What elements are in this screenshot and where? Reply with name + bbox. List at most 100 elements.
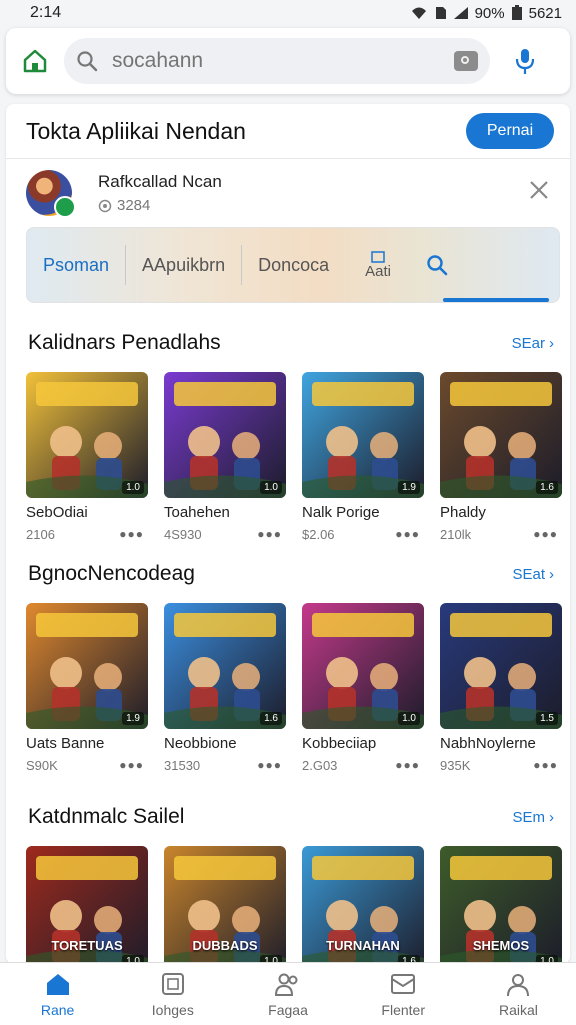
app-name: Neobbione	[164, 735, 237, 752]
people-icon	[274, 973, 298, 996]
app-meta: 210lk	[440, 527, 472, 542]
see-all-button[interactable]: SEm ›	[512, 809, 554, 826]
app-card[interactable]: 1.5 NabhNoylerne 935K ●●●	[440, 603, 562, 773]
home-button[interactable]	[6, 47, 64, 75]
app-thumbnail: 1.5	[440, 603, 562, 729]
nav-label: Iohges	[151, 1001, 194, 1018]
game-title-art: TURNAHAN	[326, 938, 400, 953]
tab-0[interactable]: Psoman	[27, 245, 127, 285]
more-icon[interactable]: ●●●	[119, 527, 148, 542]
app-meta: 935K	[440, 758, 471, 773]
more-icon[interactable]: ●●●	[533, 758, 562, 773]
nav-item-home[interactable]: Rane	[0, 963, 115, 1025]
primary-button[interactable]: Pernai	[466, 113, 554, 149]
section-title: Katdnmalc Sailel	[28, 805, 185, 828]
more-icon[interactable]: ●●●	[257, 527, 286, 542]
category-tabs: Psoman AApuikbrn Doncoca Aati	[26, 227, 560, 303]
app-thumbnail: 1.0	[302, 603, 424, 729]
close-icon[interactable]	[528, 179, 550, 201]
app-card[interactable]: 1.9 Uats Banne S90K ●●●	[26, 603, 148, 773]
rating-badge: 1.9	[398, 481, 420, 494]
game-artwork	[302, 603, 424, 729]
tab-underline	[443, 298, 549, 302]
app-card[interactable]: 1.9 Nalk Porige $2.06 ●●●	[302, 372, 424, 542]
app-thumbnail: 1.0 TORETUAS	[26, 846, 148, 964]
rating-badge: 1.0	[260, 481, 282, 494]
nav-label: Fagaa	[268, 1001, 308, 1018]
store-title: Tokta Apliikai Nendan	[26, 117, 246, 144]
app-thumbnail: 1.0 DUBBADS	[164, 846, 286, 964]
app-meta: 2.G03	[302, 758, 338, 773]
chevron-right-icon: ›	[549, 565, 554, 583]
app-card[interactable]: 1.0 TORETUAS	[26, 846, 148, 964]
coin-icon	[98, 199, 112, 212]
search-bar[interactable]	[64, 38, 490, 84]
game-title-art: SHEMOS	[472, 938, 530, 953]
app-meta: S90K	[26, 758, 58, 773]
app-card[interactable]: 1.0 Kobbeciiap 2.G03 ●●●	[302, 603, 424, 773]
section-2: Katdnmalc Sailel SEm › 1.0 TORETUAS 1.0 DUB…	[6, 802, 570, 964]
nav-item-inbox[interactable]: Flenter	[346, 963, 461, 1025]
account-row[interactable]: Rafkcallad Ncan 3284	[6, 159, 570, 227]
account-name: Rafkcallad Ncan	[98, 172, 222, 191]
rating-badge: 1.6	[260, 712, 282, 725]
app-card[interactable]: 1.0 SebOdiai 2106 ●●●	[26, 372, 148, 542]
camera-icon[interactable]	[454, 51, 478, 71]
nav-label: Flenter	[381, 1001, 425, 1018]
section-0: Kalidnars Penadlahs SEar › 1.0 SebOdiai 2…	[6, 328, 570, 542]
nav-label: Rane	[40, 1001, 75, 1018]
app-meta: $2.06	[302, 527, 335, 542]
app-card[interactable]: 1.0 SHEMOS	[440, 846, 562, 964]
more-icon[interactable]: ●●●	[257, 758, 286, 773]
status-time: 2:14	[30, 4, 62, 21]
signal-icon	[453, 7, 468, 19]
apps-icon	[161, 972, 184, 995]
more-icon[interactable]: ●●●	[395, 527, 424, 542]
tab-more[interactable]: Aati	[365, 250, 391, 280]
more-icon[interactable]: ●●●	[119, 758, 148, 773]
game-artwork	[26, 372, 148, 498]
tab-2[interactable]: Doncoca	[242, 245, 345, 285]
status-bar: 2:14 90% 5621	[0, 0, 576, 26]
sim-icon	[435, 7, 446, 19]
rating-badge: 1.0	[398, 712, 420, 725]
app-meta: 31530	[164, 758, 201, 773]
app-card[interactable]: 1.0 DUBBADS	[164, 846, 286, 964]
battery-percent: 90%	[474, 4, 505, 22]
rating-badge: 1.5	[536, 712, 558, 725]
search-icon[interactable]	[425, 253, 449, 277]
nav-item-apps[interactable]: Iohges	[115, 963, 230, 1025]
app-card[interactable]: 1.0 Toahehen 4S930 ●●●	[164, 372, 286, 542]
app-card[interactable]: 1.6 Neobbione 31530 ●●●	[164, 603, 286, 773]
mic-icon	[515, 49, 535, 74]
wifi-icon	[411, 7, 426, 19]
app-thumbnail: 1.0	[164, 372, 286, 498]
rating-badge: 1.6	[536, 481, 558, 494]
search-input[interactable]	[110, 48, 442, 74]
see-all-button[interactable]: SEat ›	[512, 566, 554, 583]
app-card[interactable]: 1.6 Phaldy 210lk ●●●	[440, 372, 562, 542]
chevron-right-icon: ›	[549, 808, 554, 826]
nav-item-people[interactable]: Fagaa	[230, 963, 345, 1025]
inbox-icon	[391, 973, 416, 994]
voice-search-button[interactable]	[490, 46, 560, 76]
bottom-navigation: Rane Iohges Fagaa Flenter Raikal	[0, 962, 576, 1025]
app-thumbnail: 1.9	[302, 372, 424, 498]
status-badge	[54, 196, 76, 218]
app-meta: 2106	[26, 527, 55, 542]
app-thumbnail: 1.0 SHEMOS	[440, 846, 562, 964]
section-title: Kalidnars Penadlahs	[28, 331, 221, 354]
more-icon[interactable]: ●●●	[533, 527, 562, 542]
game-title-art: DUBBADS	[192, 938, 258, 953]
search-icon	[77, 51, 98, 72]
see-all-button[interactable]: SEar ›	[512, 335, 554, 352]
more-icon[interactable]: ●●●	[395, 758, 424, 773]
nav-label: Raikal	[498, 1001, 538, 1018]
battery-icon	[511, 5, 522, 20]
tab-1[interactable]: AApuikbrn	[126, 245, 243, 285]
nav-item-account[interactable]: Raikal	[461, 963, 576, 1025]
app-name: Kobbeciiap	[302, 735, 377, 752]
rating-badge: 1.0	[122, 481, 144, 494]
app-card[interactable]: 1.6 TURNAHAN	[302, 846, 424, 964]
account-sub: 3284	[117, 197, 151, 214]
